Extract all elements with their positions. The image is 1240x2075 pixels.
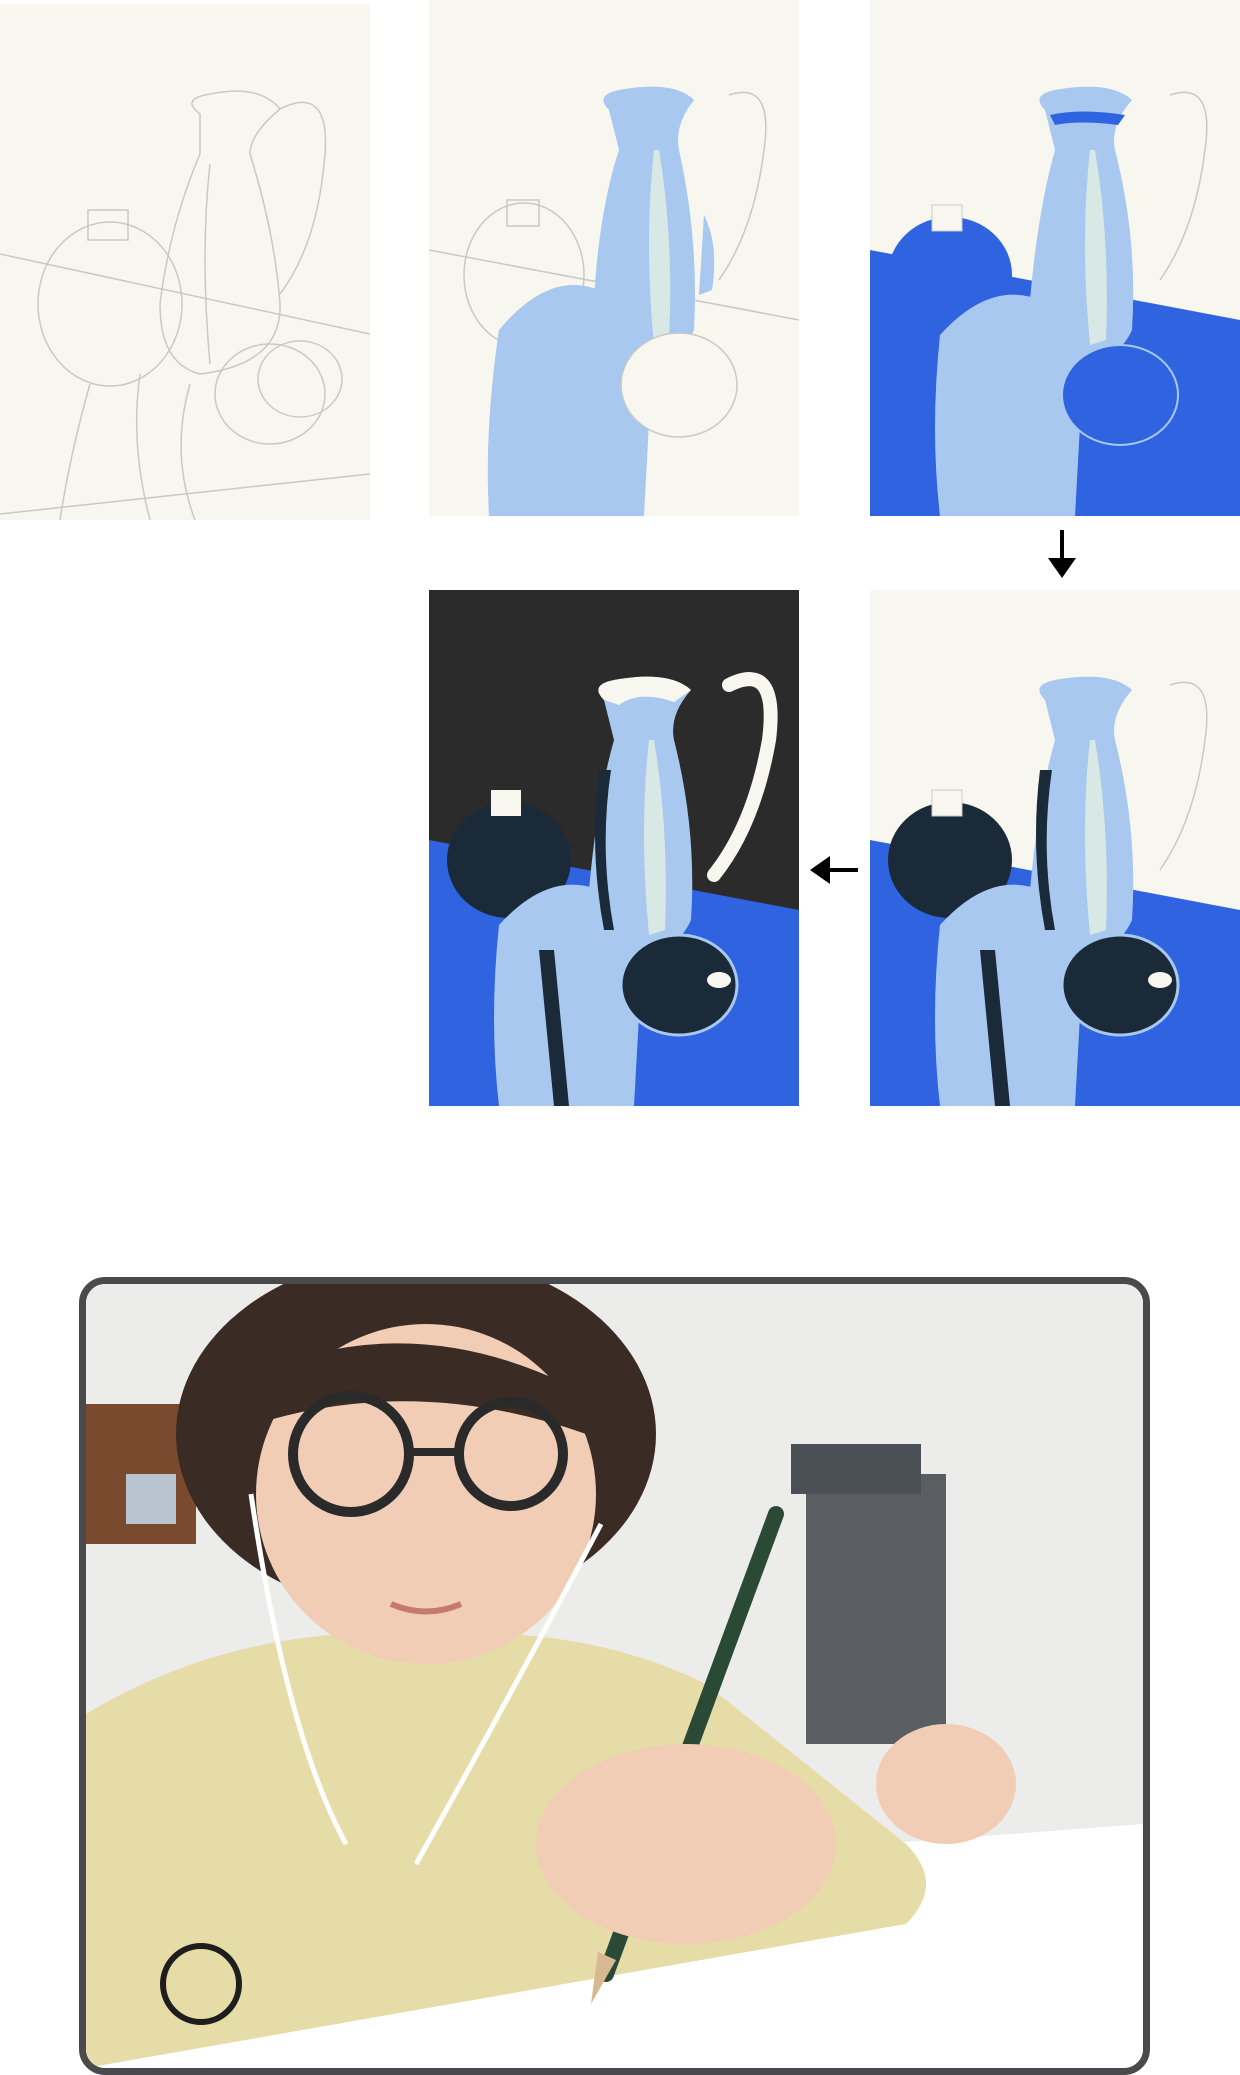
arrow-down-icon (1046, 528, 1078, 580)
blue-background-illustration (870, 0, 1240, 516)
artist-photo-illustration (86, 1284, 1143, 2068)
artist-photo (79, 1277, 1150, 2075)
step-sketch-panel (0, 4, 370, 520)
light-blue-illustration (429, 0, 799, 516)
step-blue-background-panel (870, 0, 1240, 516)
sketch-illustration (0, 4, 370, 520)
dark-accents-illustration (870, 590, 1240, 1106)
step-dark-accents-panel (870, 590, 1240, 1106)
arrow-left-icon (808, 854, 860, 886)
black-background-illustration (429, 590, 799, 1106)
step-black-background-panel (429, 590, 799, 1106)
step-light-blue-panel (429, 0, 799, 516)
